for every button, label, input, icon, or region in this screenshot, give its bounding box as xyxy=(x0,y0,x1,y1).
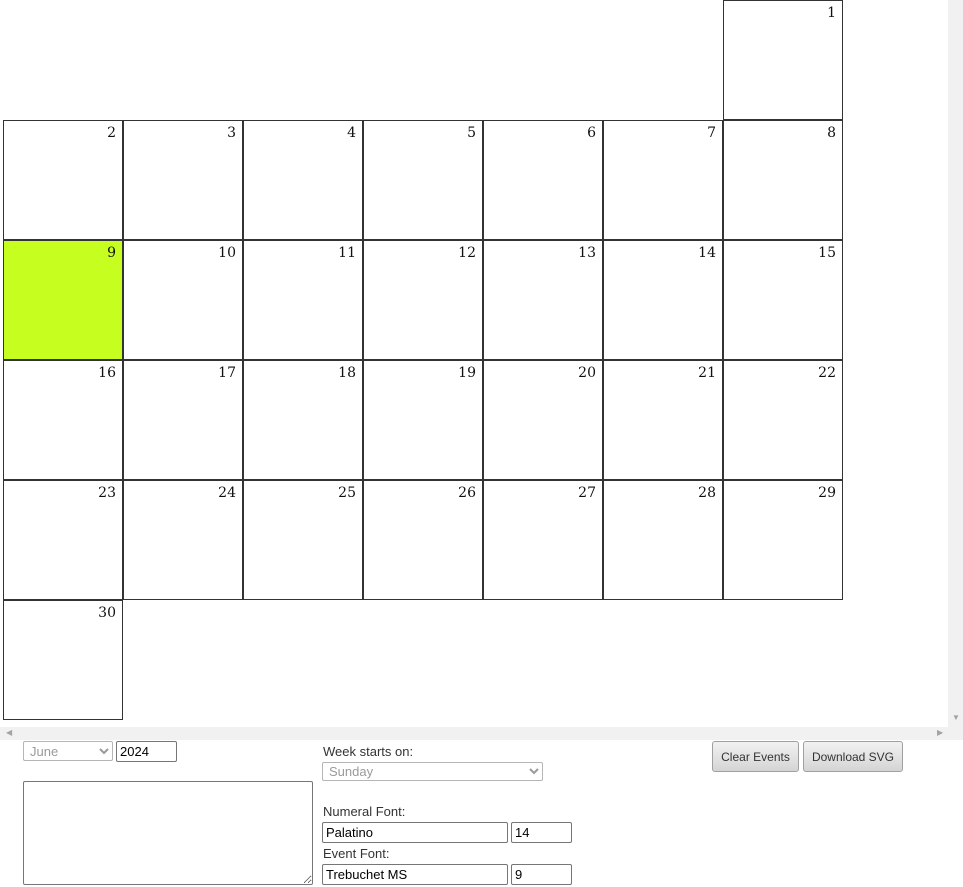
day-cell-14[interactable]: 14 xyxy=(603,240,723,360)
day-number: 11 xyxy=(338,245,356,261)
calendar-grid: 1 2 3 4 5 6 7 8 9 10 11 12 13 14 15 16 17 18 19 20 21 22 23 24 2… xyxy=(0,0,948,727)
day-cell-27[interactable]: 27 xyxy=(483,480,603,600)
day-number: 3 xyxy=(227,125,236,141)
week-start-select[interactable]: Sunday xyxy=(322,762,543,781)
day-cell-18[interactable]: 18 xyxy=(243,360,363,480)
scroll-left-arrow-icon[interactable]: ◀ xyxy=(6,729,12,737)
year-input[interactable] xyxy=(116,741,177,762)
day-number: 23 xyxy=(98,485,116,501)
day-number: 20 xyxy=(578,365,596,381)
day-number: 22 xyxy=(818,365,836,381)
month-select[interactable]: June xyxy=(23,741,113,761)
day-number: 8 xyxy=(827,125,836,141)
day-cell-12[interactable]: 12 xyxy=(363,240,483,360)
day-number: 25 xyxy=(338,485,356,501)
day-number: 9 xyxy=(107,245,116,261)
day-cell-23[interactable]: 23 xyxy=(3,480,123,600)
day-number: 26 xyxy=(458,485,476,501)
numeral-font-size-input[interactable] xyxy=(511,822,572,843)
day-cell-10[interactable]: 10 xyxy=(123,240,243,360)
scroll-down-arrow-icon[interactable]: ▼ xyxy=(952,714,960,722)
day-cell-25[interactable]: 25 xyxy=(243,480,363,600)
day-number: 5 xyxy=(467,125,476,141)
day-number: 12 xyxy=(458,245,476,261)
day-cell-17[interactable]: 17 xyxy=(123,360,243,480)
clear-events-button[interactable]: Clear Events xyxy=(712,741,799,772)
day-number: 27 xyxy=(578,485,596,501)
download-svg-button[interactable]: Download SVG xyxy=(803,741,903,772)
day-cell-26[interactable]: 26 xyxy=(363,480,483,600)
vertical-scrollbar[interactable]: ▼ xyxy=(948,0,963,727)
day-cell-9[interactable]: 9 xyxy=(3,240,123,360)
day-number: 7 xyxy=(707,125,716,141)
day-number: 19 xyxy=(458,365,476,381)
day-cell-5[interactable]: 5 xyxy=(363,120,483,240)
day-number: 6 xyxy=(587,125,596,141)
day-cell-30[interactable]: 30 xyxy=(3,600,123,720)
day-number: 28 xyxy=(698,485,716,501)
day-cell-16[interactable]: 16 xyxy=(3,360,123,480)
event-font-input[interactable] xyxy=(322,864,508,885)
horizontal-scrollbar[interactable]: ◀ ▶ xyxy=(0,727,963,740)
numeral-font-label: Numeral Font: xyxy=(323,804,406,819)
day-number: 17 xyxy=(218,365,236,381)
day-cell-6[interactable]: 6 xyxy=(483,120,603,240)
day-number: 10 xyxy=(218,245,236,261)
day-cell-22[interactable]: 22 xyxy=(723,360,843,480)
day-number: 14 xyxy=(698,245,716,261)
day-cell-29[interactable]: 29 xyxy=(723,480,843,600)
week-start-label: Week starts on: xyxy=(323,744,414,759)
day-number: 30 xyxy=(98,605,116,621)
day-number: 24 xyxy=(218,485,236,501)
day-number: 29 xyxy=(818,485,836,501)
day-cell-15[interactable]: 15 xyxy=(723,240,843,360)
day-cell-21[interactable]: 21 xyxy=(603,360,723,480)
day-cell-24[interactable]: 24 xyxy=(123,480,243,600)
event-font-size-input[interactable] xyxy=(511,864,572,885)
day-cell-4[interactable]: 4 xyxy=(243,120,363,240)
day-cell-19[interactable]: 19 xyxy=(363,360,483,480)
day-number: 13 xyxy=(578,245,596,261)
day-cell-3[interactable]: 3 xyxy=(123,120,243,240)
day-cell-13[interactable]: 13 xyxy=(483,240,603,360)
day-number: 2 xyxy=(107,125,116,141)
day-cell-20[interactable]: 20 xyxy=(483,360,603,480)
day-number: 15 xyxy=(818,245,836,261)
day-cell-7[interactable]: 7 xyxy=(603,120,723,240)
day-cell-8[interactable]: 8 xyxy=(723,120,843,240)
day-number: 16 xyxy=(98,365,116,381)
event-font-label: Event Font: xyxy=(323,846,390,861)
numeral-font-input[interactable] xyxy=(322,822,508,843)
day-cell-11[interactable]: 11 xyxy=(243,240,363,360)
day-number: 18 xyxy=(338,365,356,381)
day-number: 21 xyxy=(698,365,716,381)
day-number: 4 xyxy=(347,125,356,141)
events-textarea[interactable] xyxy=(23,781,313,885)
day-cell-28[interactable]: 28 xyxy=(603,480,723,600)
scroll-right-arrow-icon[interactable]: ▶ xyxy=(937,729,943,737)
calendar-viewport[interactable]: 1 2 3 4 5 6 7 8 9 10 11 12 13 14 15 16 17 18 19 20 21 22 23 24 2… xyxy=(0,0,948,727)
day-number: 1 xyxy=(827,5,836,21)
day-cell-2[interactable]: 2 xyxy=(3,120,123,240)
day-cell-1[interactable]: 1 xyxy=(723,0,843,120)
